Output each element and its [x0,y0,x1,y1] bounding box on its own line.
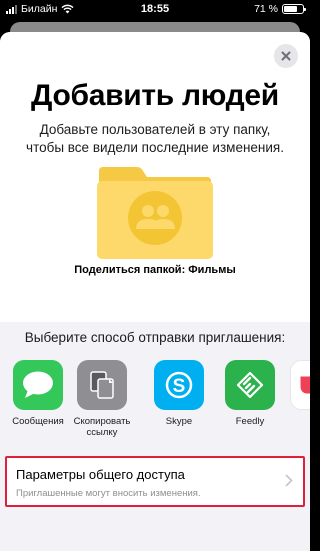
share-app-label: Сообщения [12,416,64,427]
page-subtitle: Добавьте пользователей в эту папку, чтоб… [26,122,284,155]
share-method-prompt: Выберите способ отправки приглашения: [24,330,286,345]
folder-caption: Поделиться папкой: Фильмы [74,264,236,276]
share-app-copy-link[interactable]: Скопировать ссылку [70,360,134,438]
battery-percent: 71 % [254,3,278,15]
battery-icon [282,4,306,14]
skype-icon: S [154,360,204,410]
status-bar: Билайн 18:55 71 % [0,0,310,20]
status-right: 71 % [254,3,306,15]
close-button[interactable] [274,44,298,68]
shared-folder-icon [97,167,213,259]
feedly-icon [225,360,275,410]
share-app-feedly[interactable]: Feedly [218,360,282,427]
messages-icon [13,360,63,410]
sharing-options-row[interactable]: Параметры общего доступа Приглашенные мо… [5,456,305,507]
share-app-label: Skype [165,416,193,427]
page-title: Добавить людей [31,79,279,112]
share-app-label: Feedly [235,416,265,427]
share-app-skype[interactable]: S Skype [147,360,211,427]
share-apps-row: Сообщения Скопировать ссылку S Skype Fee… [0,360,310,440]
chevron-right-icon [285,474,293,487]
share-app-label: Скопировать ссылку [73,416,131,438]
sharing-options-subtitle: Приглашенные могут вносить изменения. [16,488,201,499]
share-app-partial[interactable] [290,360,310,410]
battery-fill [284,6,297,12]
add-people-sheet: Добавить людей Добавьте пользователей в … [0,32,310,551]
svg-text:S: S [173,376,186,397]
close-icon [281,51,291,61]
copy-icon [77,360,127,410]
pocket-icon [290,360,310,410]
sharing-options-title: Параметры общего доступа [16,467,185,482]
share-app-messages[interactable]: Сообщения [6,360,70,427]
